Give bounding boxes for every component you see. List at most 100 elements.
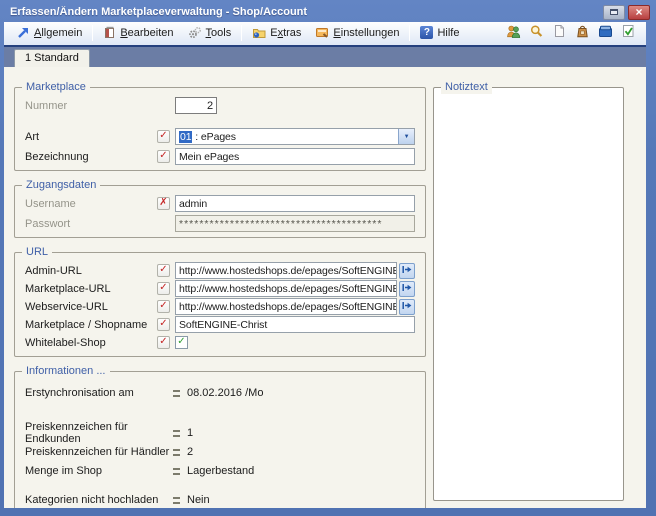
info-label: Menge im Shop <box>25 465 171 477</box>
confirm-document-button[interactable] <box>618 23 638 43</box>
edit-notebook-icon <box>103 26 116 39</box>
users-button[interactable] <box>503 23 523 43</box>
group-marketplace: Marketplace Nummer 2 Art 01 : ePages <box>14 87 426 171</box>
group-title: Marketplace <box>22 80 90 94</box>
info-label: Preiskennzeichen für Händler <box>25 446 171 458</box>
group-notiztext: Notiztext <box>433 87 624 501</box>
marketplace-url-check-button[interactable] <box>157 282 170 295</box>
menu-extras[interactable]: Extras <box>245 24 308 41</box>
art-label: Art <box>25 131 157 143</box>
document-check-icon <box>621 24 636 41</box>
users-icon <box>506 24 521 41</box>
restore-button[interactable] <box>603 5 625 20</box>
tab-standard[interactable]: 1 Standard <box>14 49 90 67</box>
search-icon <box>529 24 544 41</box>
group-title: URL <box>22 245 52 259</box>
menu-label: Tools <box>206 27 232 39</box>
group-informationen: Informationen ... Erstynchronisation am … <box>14 371 426 508</box>
webservice-url-label: Webservice-URL <box>25 301 157 313</box>
shop-bag-button[interactable] <box>572 23 592 43</box>
info-value: 1 <box>187 427 193 439</box>
whitelabel-checkbox[interactable] <box>175 336 188 349</box>
info-label: Erstynchronisation am <box>25 387 171 399</box>
webservice-url-check-button[interactable] <box>157 300 170 313</box>
equals-icon <box>173 449 180 456</box>
settings-panel-icon <box>315 26 329 39</box>
info-label: Kategorien nicht hochladen <box>25 494 171 506</box>
menu-hilfe[interactable]: Hilfe <box>413 24 466 41</box>
shopname-check-button[interactable] <box>157 318 170 331</box>
menu-label: Hilfe <box>437 27 459 39</box>
admin-url-open-button[interactable] <box>399 263 415 279</box>
chevron-down-icon[interactable] <box>398 129 414 144</box>
equals-icon <box>173 390 180 397</box>
titlebar: Erfassen/Ändern Marketplaceverwaltung - … <box>0 0 656 22</box>
menu-label: Allgemein <box>34 27 82 39</box>
webservice-url-open-button[interactable] <box>399 299 415 315</box>
admin-url-check-button[interactable] <box>157 264 170 277</box>
folder-info-icon <box>252 26 266 39</box>
info-label: Preiskennzeichen für Endkunden <box>25 421 171 445</box>
tab-strip: 1 Standard <box>4 47 646 67</box>
art-check-button[interactable] <box>157 130 170 143</box>
bezeichnung-field[interactable]: Mein ePages <box>175 148 415 165</box>
menu-label: Bearbeiten <box>120 27 173 39</box>
toolbar-separator <box>92 25 93 41</box>
username-label: Username <box>25 198 157 210</box>
notiztext-textarea[interactable] <box>438 92 619 496</box>
group-zugangsdaten: Zugangsdaten Username admin Passwort ***… <box>14 185 426 238</box>
admin-url-field[interactable]: http://www.hostedshops.de/epages/SoftENG… <box>175 262 397 279</box>
marketplace-url-label: Marketplace-URL <box>25 283 157 295</box>
webservice-url-field[interactable]: http://www.hostedshops.de/epages/SoftENG… <box>175 298 397 315</box>
info-value: 2 <box>187 446 193 458</box>
whitelabel-check-button[interactable] <box>157 336 170 349</box>
passwort-label: Passwort <box>25 218 157 230</box>
open-link-icon <box>402 301 412 313</box>
combo-selected-code: 01 <box>179 131 192 143</box>
equals-icon <box>173 468 180 475</box>
toolbar-separator <box>241 25 242 41</box>
arrow-up-right-icon <box>17 26 30 39</box>
menu-einstellungen[interactable]: Einstellungen <box>308 24 406 41</box>
nummer-field[interactable]: 2 <box>175 97 217 114</box>
menu-tools[interactable]: Tools <box>181 24 239 41</box>
window-title: Erfassen/Ändern Marketplaceverwaltung - … <box>10 6 603 18</box>
new-document-button[interactable] <box>549 23 569 43</box>
toolbar-separator <box>409 25 410 41</box>
blank-document-icon <box>552 24 567 41</box>
menu-label: Einstellungen <box>333 27 399 39</box>
menu-bearbeiten[interactable]: Bearbeiten <box>96 24 180 41</box>
search-button[interactable] <box>526 23 546 43</box>
info-value: Nein <box>187 494 210 506</box>
whitelabel-label: Whitelabel-Shop <box>25 337 157 349</box>
art-combobox[interactable]: 01 : ePages <box>175 128 415 145</box>
form-content: Marketplace Nummer 2 Art 01 : ePages <box>4 67 646 508</box>
menu-label: Extras <box>270 27 301 39</box>
combo-rest: : ePages <box>192 131 235 143</box>
info-value: Lagerbestand <box>187 465 254 477</box>
toolbar: Allgemein Bearbeiten Tools E <box>4 22 646 47</box>
menu-allgemein[interactable]: Allgemein <box>10 24 89 41</box>
marketplace-url-field[interactable]: http://www.hostedshops.de/epages/SoftENG… <box>175 280 397 297</box>
bezeichnung-label: Bezeichnung <box>25 151 157 163</box>
passwort-field: **************************************** <box>175 215 415 232</box>
open-link-icon <box>402 265 412 277</box>
group-title: Notiztext <box>441 80 492 94</box>
marketplace-url-open-button[interactable] <box>399 281 415 297</box>
shopname-field[interactable]: SoftENGINE-Christ <box>175 316 415 333</box>
bezeichnung-check-button[interactable] <box>157 150 170 163</box>
archive-box-icon <box>598 24 613 41</box>
archive-button[interactable] <box>595 23 615 43</box>
group-title: Informationen ... <box>22 364 110 378</box>
group-url: URL Admin-URL http://www.hostedshops.de/… <box>14 252 426 357</box>
username-clear-button[interactable] <box>157 197 170 210</box>
nummer-label: Nummer <box>25 100 157 112</box>
info-value: 08.02.2016 /Mo <box>187 387 263 399</box>
gears-icon <box>188 26 202 39</box>
username-field[interactable]: admin <box>175 195 415 212</box>
open-link-icon <box>402 283 412 295</box>
close-button[interactable] <box>628 5 650 20</box>
help-icon <box>420 26 433 39</box>
equals-icon <box>173 430 180 437</box>
dialog-window: Erfassen/Ändern Marketplaceverwaltung - … <box>0 0 656 516</box>
